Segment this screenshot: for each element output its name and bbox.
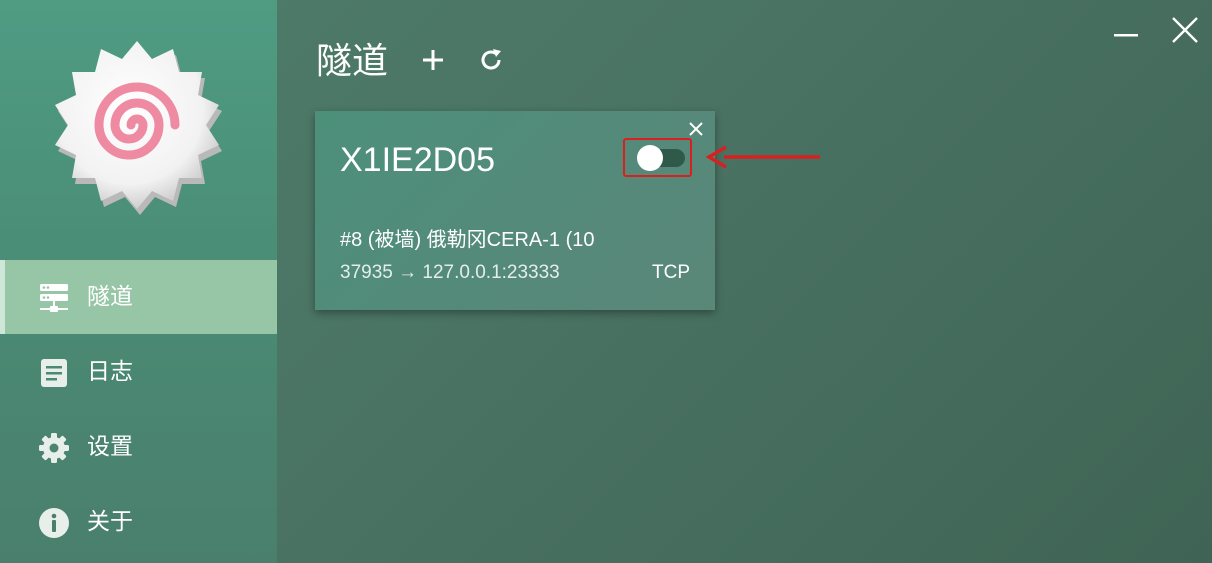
annotation-arrow-icon: [706, 145, 820, 169]
sidebar-item-label: 隧道: [87, 284, 133, 310]
highlight-box: [623, 138, 692, 177]
tunnel-port-mapping: 37935 → 127.0.0.1:23333: [340, 262, 560, 283]
tunnel-name: X1IE2D05: [340, 141, 495, 179]
sidebar: 隧道 日志 设置 关于: [0, 0, 277, 563]
tunnel-server: #8 (被墙) 俄勒冈CERA-1 (10: [340, 229, 595, 251]
minimize-icon[interactable]: [1113, 22, 1139, 42]
info-icon: [39, 508, 69, 538]
refresh-icon[interactable]: [478, 47, 504, 73]
narutomaki-logo: [55, 41, 222, 215]
tunnel-card[interactable]: X1IE2D05 #8 (被墙) 俄勒冈CERA-1 (10 37935 → 1…: [315, 111, 715, 310]
page-title: 隧道: [316, 41, 389, 82]
sidebar-item-tunnels[interactable]: 隧道: [0, 260, 277, 334]
close-icon[interactable]: [1171, 16, 1199, 44]
server-icon: [40, 284, 68, 312]
sidebar-item-about[interactable]: 关于: [0, 485, 277, 559]
sidebar-item-label: 关于: [87, 509, 133, 535]
tunnel-protocol: TCP: [652, 262, 690, 283]
gear-icon: [39, 433, 69, 463]
sidebar-item-label: 日志: [87, 359, 133, 385]
toggle-knob: [637, 145, 663, 171]
plus-icon[interactable]: [421, 48, 445, 72]
tunnel-toggle[interactable]: [637, 145, 685, 171]
log-document-icon: [41, 359, 67, 387]
sidebar-item-logs[interactable]: 日志: [0, 335, 277, 409]
close-icon[interactable]: [688, 121, 704, 137]
sidebar-item-settings[interactable]: 设置: [0, 410, 277, 484]
sidebar-item-label: 设置: [87, 434, 133, 460]
